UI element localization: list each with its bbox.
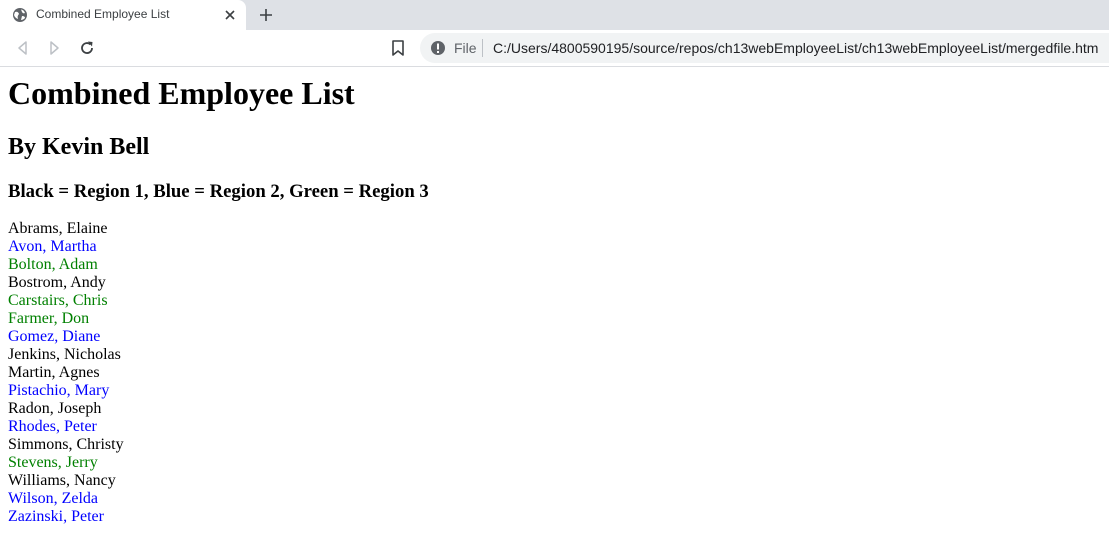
employee-list-item: Jenkins, Nicholas <box>8 346 121 363</box>
address-separator <box>482 39 483 57</box>
employee-list-item: Abrams, Elaine <box>8 220 108 237</box>
employee-list-item: Wilson, Zelda <box>8 490 98 507</box>
employee-list-item: Martin, Agnes <box>8 364 100 381</box>
globe-icon <box>13 8 27 22</box>
bookmark-icon[interactable] <box>390 39 406 57</box>
employee-list: Abrams, Elaine Avon, Martha Bolton, Adam Bo… <box>8 220 124 526</box>
forward-icon[interactable] <box>45 39 63 57</box>
region-legend: Black = Region 1, Blue = Region 2, Green… <box>8 181 429 202</box>
tab-strip: Combined Employee List <box>0 0 1109 30</box>
page-title: Combined Employee List <box>8 75 355 111</box>
browser-toolbar: File C:/Users/4800590195/source/repos/ch… <box>0 30 1109 67</box>
employee-list-item: Bostrom, Andy <box>8 274 106 291</box>
employee-list-item: Farmer, Don <box>8 310 90 327</box>
employee-list-item: Bolton, Adam <box>8 256 98 273</box>
employee-list-item: Williams, Nancy <box>8 472 116 489</box>
info-icon[interactable] <box>430 40 446 56</box>
page-content: Combined Employee List By Kevin Bell Bla… <box>0 67 1109 551</box>
employee-list-item: Radon, Joseph <box>8 400 102 417</box>
close-icon[interactable] <box>222 7 238 23</box>
url-text[interactable]: C:/Users/4800590195/source/repos/ch13web… <box>493 40 1098 56</box>
back-icon[interactable] <box>14 39 32 57</box>
employee-list-item: Gomez, Diane <box>8 328 101 345</box>
new-tab-plus-icon[interactable] <box>256 5 276 25</box>
employee-list-item: Simmons, Christy <box>8 436 124 453</box>
employee-list-item: Stevens, Jerry <box>8 454 98 471</box>
scheme-label: File <box>454 40 477 56</box>
employee-list-item: Pistachio, Mary <box>8 382 110 399</box>
employee-list-item: Avon, Martha <box>8 238 97 255</box>
tab-title: Combined Employee List <box>36 7 170 21</box>
author-heading: By Kevin Bell <box>8 134 150 160</box>
browser-tab[interactable]: Combined Employee List <box>0 0 246 30</box>
address-bar[interactable]: File C:/Users/4800590195/source/repos/ch… <box>420 33 1109 63</box>
employee-list-item: Zazinski, Peter <box>8 508 104 525</box>
reload-icon[interactable] <box>78 39 96 57</box>
employee-list-item: Rhodes, Peter <box>8 418 97 435</box>
employee-list-item: Carstairs, Chris <box>8 292 108 309</box>
